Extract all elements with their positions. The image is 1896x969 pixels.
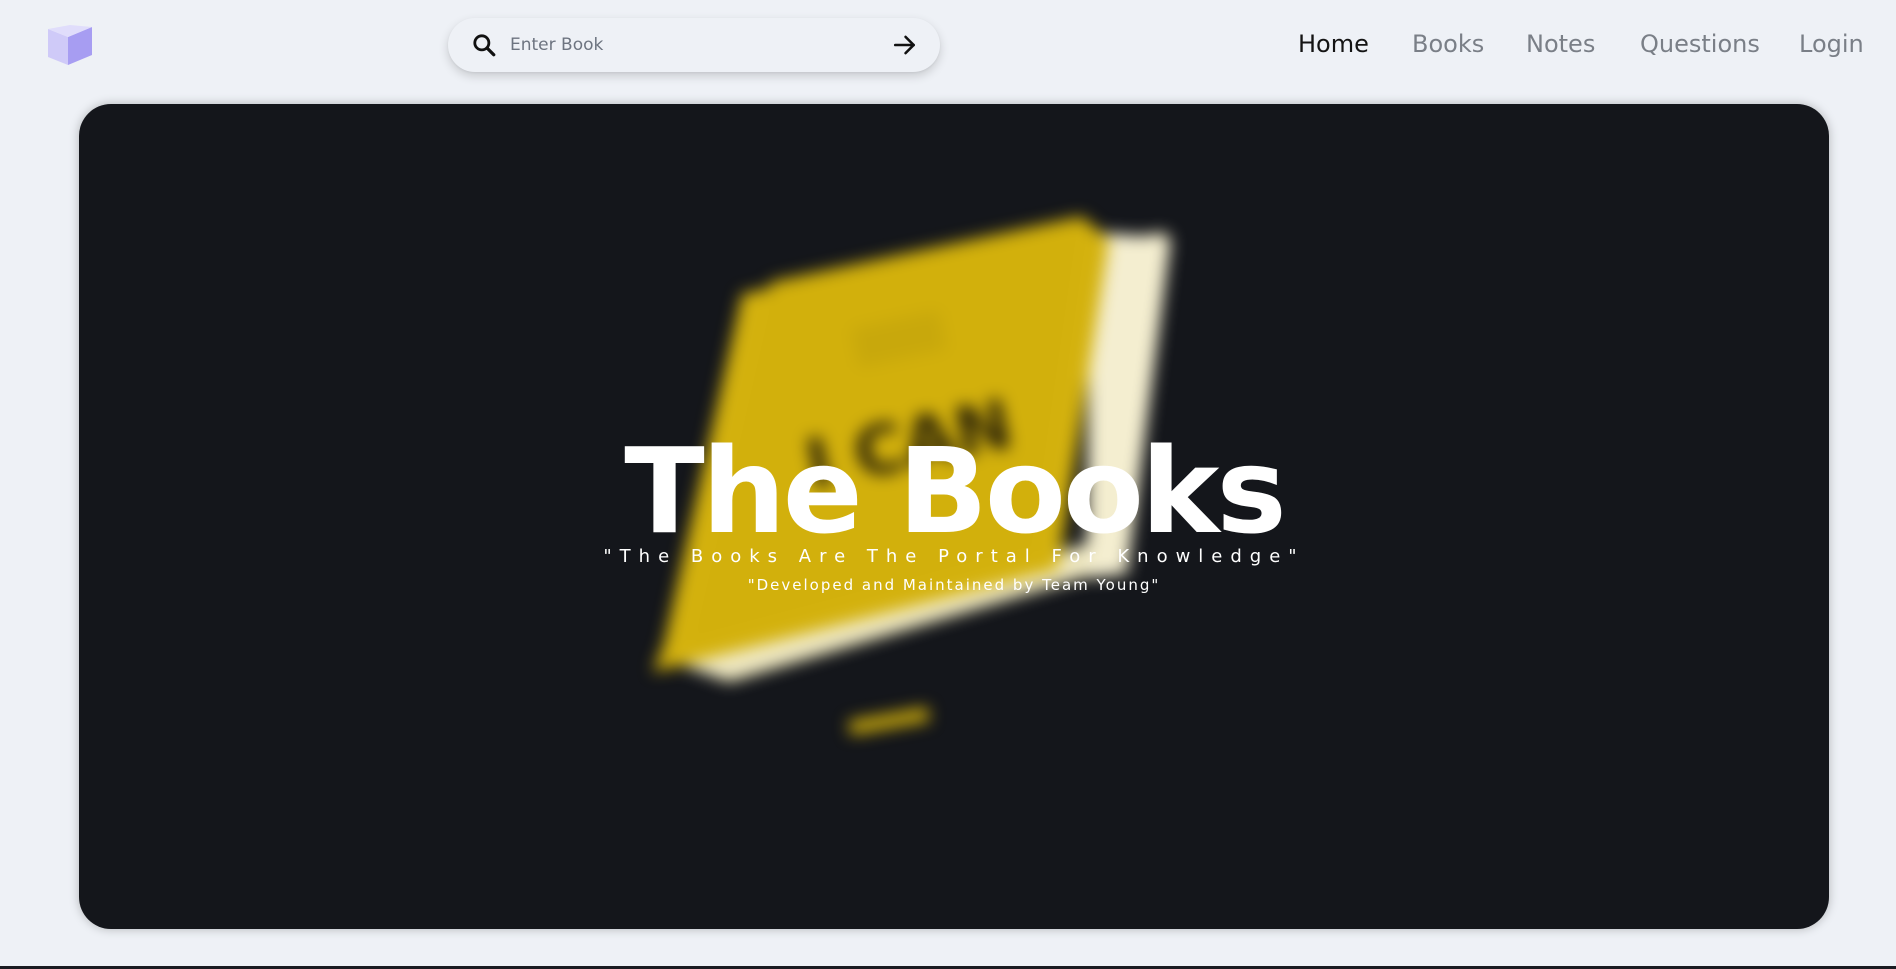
nav-books-link[interactable]: Books xyxy=(1412,30,1484,58)
search-icon xyxy=(470,31,498,59)
nav-login-link[interactable]: Login xyxy=(1799,30,1864,58)
hero-subtitle: "The Books Are The Portal For Knowledge" xyxy=(603,546,1305,567)
search-bar xyxy=(448,18,940,72)
search-input[interactable] xyxy=(508,24,890,66)
hero-banner: I CAN The Books "The Books Are The Porta… xyxy=(79,104,1829,929)
nav-notes-link[interactable]: Notes xyxy=(1526,30,1595,58)
nav-home-link[interactable]: Home xyxy=(1298,30,1369,58)
arrow-right-icon[interactable] xyxy=(890,30,920,60)
logo-icon[interactable] xyxy=(48,25,92,65)
hero-title: The Books xyxy=(624,422,1286,560)
nav-questions-link[interactable]: Questions xyxy=(1640,30,1760,58)
hero-text-block: The Books "The Books Are The Portal For … xyxy=(79,104,1829,929)
hero-credit: "Developed and Maintained by Team Young" xyxy=(747,576,1161,594)
